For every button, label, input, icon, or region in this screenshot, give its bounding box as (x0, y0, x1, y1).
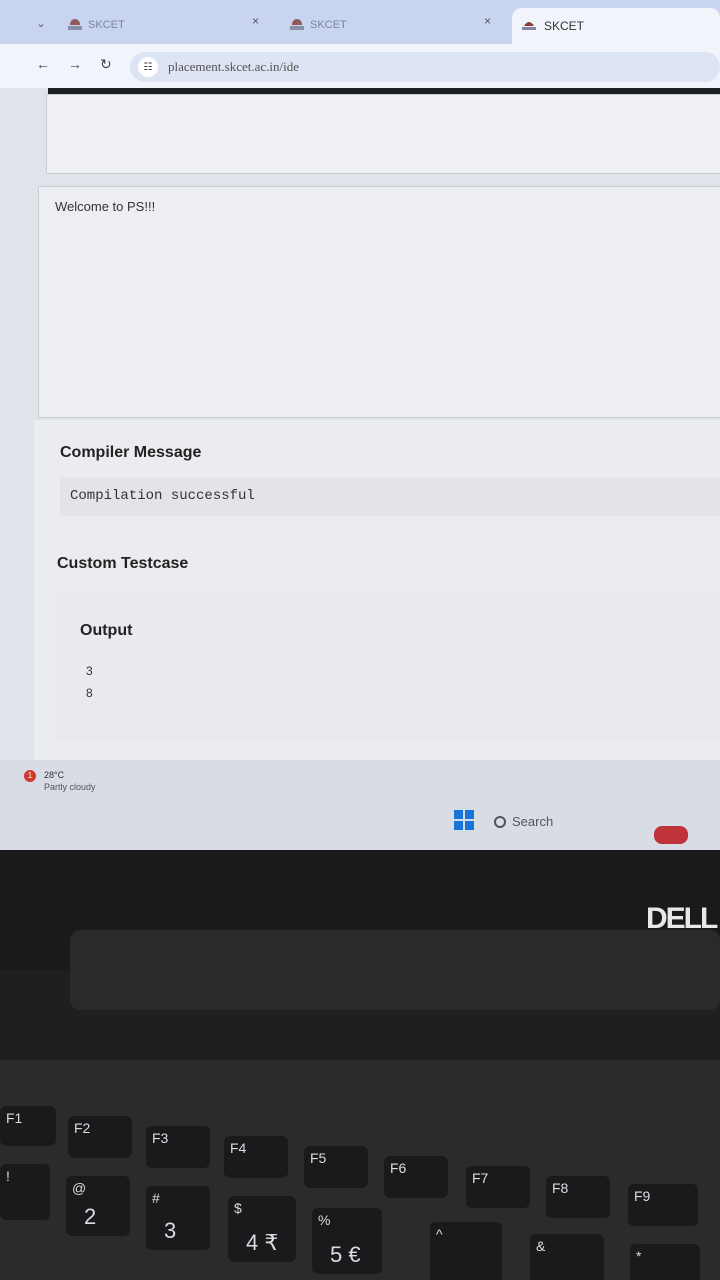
key-f6[interactable]: F6 (384, 1156, 448, 1198)
screen: ⌄ SKCET × SKCET × SKCET ← → ↻ ☷ placemen… (0, 0, 720, 850)
output-line: 8 (86, 686, 93, 700)
key-8[interactable]: * (630, 1244, 700, 1280)
notification-badge: 1 (24, 770, 36, 782)
key-2[interactable]: @2 (66, 1176, 130, 1236)
key-f2[interactable]: F2 (68, 1116, 132, 1158)
taskbar-search[interactable]: Search (494, 814, 553, 829)
skcet-favicon-icon (68, 19, 82, 31)
key-1[interactable]: ! (0, 1164, 50, 1220)
tab-label: SKCET (544, 19, 585, 33)
tab-strip: ⌄ SKCET × SKCET × SKCET (0, 0, 720, 44)
output-line: 3 (86, 664, 93, 678)
compiler-message-text: Compilation successful (70, 488, 255, 504)
tab-skcet-2[interactable]: SKCET (290, 10, 347, 40)
laptop-hinge (70, 930, 720, 1010)
key-f1[interactable]: F1 (0, 1106, 56, 1146)
tab-search-button[interactable]: ⌄ (30, 14, 52, 34)
key-6[interactable]: ^ (430, 1222, 502, 1280)
reload-icon[interactable]: ↻ (100, 56, 112, 73)
key-f5[interactable]: F5 (304, 1146, 368, 1188)
key-4[interactable]: $4 ₹ (228, 1196, 296, 1262)
site-settings-icon[interactable]: ☷ (138, 57, 158, 77)
key-f3[interactable]: F3 (146, 1126, 210, 1168)
keyboard: F1 F2 F3 F4 F5 F6 F7 F8 F9 ! @2 #3 $4 ₹ … (0, 1060, 720, 1280)
key-7[interactable]: & (530, 1234, 604, 1280)
tab-close-icon[interactable]: × (252, 14, 259, 28)
custom-testcase-title[interactable]: Custom Testcase (57, 555, 188, 573)
code-editor-panel[interactable] (46, 94, 720, 174)
tray-app-icon[interactable] (654, 826, 688, 844)
forward-arrow-icon[interactable]: → (68, 56, 82, 72)
tab-label: SKCET (310, 19, 347, 31)
welcome-text: Welcome to PS!!! (55, 199, 156, 214)
key-f7[interactable]: F7 (466, 1166, 530, 1208)
back-arrow-icon[interactable]: ← (36, 56, 50, 72)
skcet-favicon-icon (290, 19, 304, 31)
key-f4[interactable]: F4 (224, 1136, 288, 1178)
key-5[interactable]: % 5 € (312, 1208, 382, 1274)
tab-close-icon[interactable]: × (484, 14, 491, 28)
output-box (56, 590, 720, 740)
weather-condition-text: Partly cloudy (44, 782, 96, 792)
weather-widget[interactable]: 1 28°C Partly cloudy (24, 770, 96, 792)
tab-label: SKCET (88, 19, 125, 31)
search-label: Search (512, 814, 554, 829)
tab-skcet-1[interactable]: SKCET (68, 10, 125, 40)
output-title: Output (80, 622, 133, 639)
output-lines: 3 8 (86, 660, 93, 704)
key-3[interactable]: #3 (146, 1186, 210, 1250)
search-icon (494, 815, 506, 828)
compiler-message-title: Compiler Message (60, 444, 202, 461)
url-text: placement.skcet.ac.in/ide (168, 59, 300, 74)
stdout-panel: Welcome to PS!!! (38, 186, 720, 418)
windows-start-icon[interactable] (454, 810, 474, 830)
address-row: ← → ↻ ☷ placement.skcet.ac.in/ide (0, 44, 720, 88)
key-f8[interactable]: F8 (546, 1176, 610, 1218)
address-bar[interactable]: ☷ placement.skcet.ac.in/ide (130, 52, 720, 82)
taskbar (0, 760, 720, 850)
temperature-text: 28°C (44, 770, 65, 780)
tab-skcet-active[interactable]: SKCET (512, 8, 720, 44)
compiler-message-box: Compilation successful (60, 478, 720, 516)
key-f9[interactable]: F9 (628, 1184, 698, 1226)
skcet-favicon-icon (522, 20, 536, 32)
